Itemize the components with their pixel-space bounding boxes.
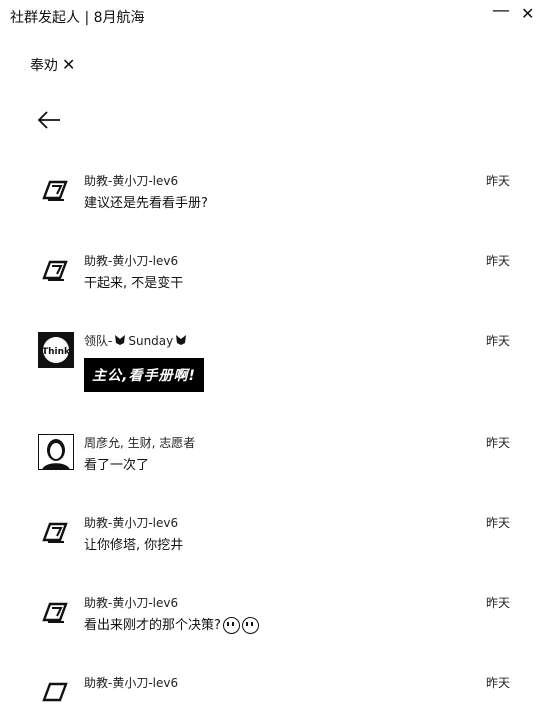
emoji-icon [222, 617, 240, 634]
emoji-icon [241, 617, 259, 634]
message-time: 昨天 [486, 596, 511, 610]
message-author: 助教-黄小刀-lev6 [84, 676, 179, 690]
message-time: 昨天 [486, 436, 511, 450]
filter-tag: 奉劝 ✕ [30, 55, 75, 75]
message-text: 干起来, 不是变干 [84, 276, 184, 291]
message-text-content: 看出来刚才的那个决策? [84, 618, 221, 633]
message-time: 昨天 [486, 334, 511, 348]
think-avatar-icon: Think [38, 332, 74, 368]
svg-text:Think: Think [42, 347, 71, 357]
portrait-avatar-icon [38, 434, 74, 470]
message-text: 看了一次了 [84, 458, 150, 473]
message-text: 让你修塔, 你挖井 [84, 538, 184, 553]
title-bar: 社群发起人 | 8月航海 — ✕ [0, 0, 550, 34]
fox-icon [115, 335, 126, 345]
message-author: 助教-黄小刀-lev6 [84, 174, 179, 188]
message-author: 助教-黄小刀-lev6 [84, 596, 179, 610]
sticker-text: 主公,看手册啊! [92, 368, 196, 384]
minimize-button[interactable]: — [492, 0, 510, 21]
remove-filter-button[interactable]: ✕ [62, 57, 75, 73]
message-author: 助教-黄小刀-lev6 [84, 516, 179, 530]
message-time: 昨天 [486, 516, 511, 530]
brand-logo-icon [42, 180, 68, 201]
message-text: 建议还是先看看手册? [84, 196, 208, 211]
brand-logo-icon [42, 682, 68, 702]
brand-logo-icon [42, 602, 68, 623]
message-text: 看出来刚才的那个决策? [84, 614, 259, 634]
message-author-prefix: 领队- [84, 334, 113, 348]
message-author-name: Sunday [128, 334, 174, 348]
message-author: 助教-黄小刀-lev6 [84, 254, 179, 268]
sticker-image[interactable]: 主公,看手册啊! [84, 358, 204, 392]
fox-icon [176, 335, 187, 345]
back-arrow-icon[interactable] [36, 108, 62, 132]
message-author: 领队- Sunday [84, 332, 187, 349]
window-title: 社群发起人 | 8月航海 [10, 10, 145, 26]
close-button[interactable]: ✕ [521, 4, 534, 23]
brand-logo-icon [42, 522, 68, 543]
message-time: 昨天 [486, 676, 511, 690]
brand-logo-icon [42, 260, 68, 281]
message-time: 昨天 [486, 174, 511, 188]
filter-tag-label: 奉劝 [30, 58, 58, 74]
message-author: 周彦允, 生财, 志愿者 [84, 436, 196, 450]
message-time: 昨天 [486, 254, 511, 268]
